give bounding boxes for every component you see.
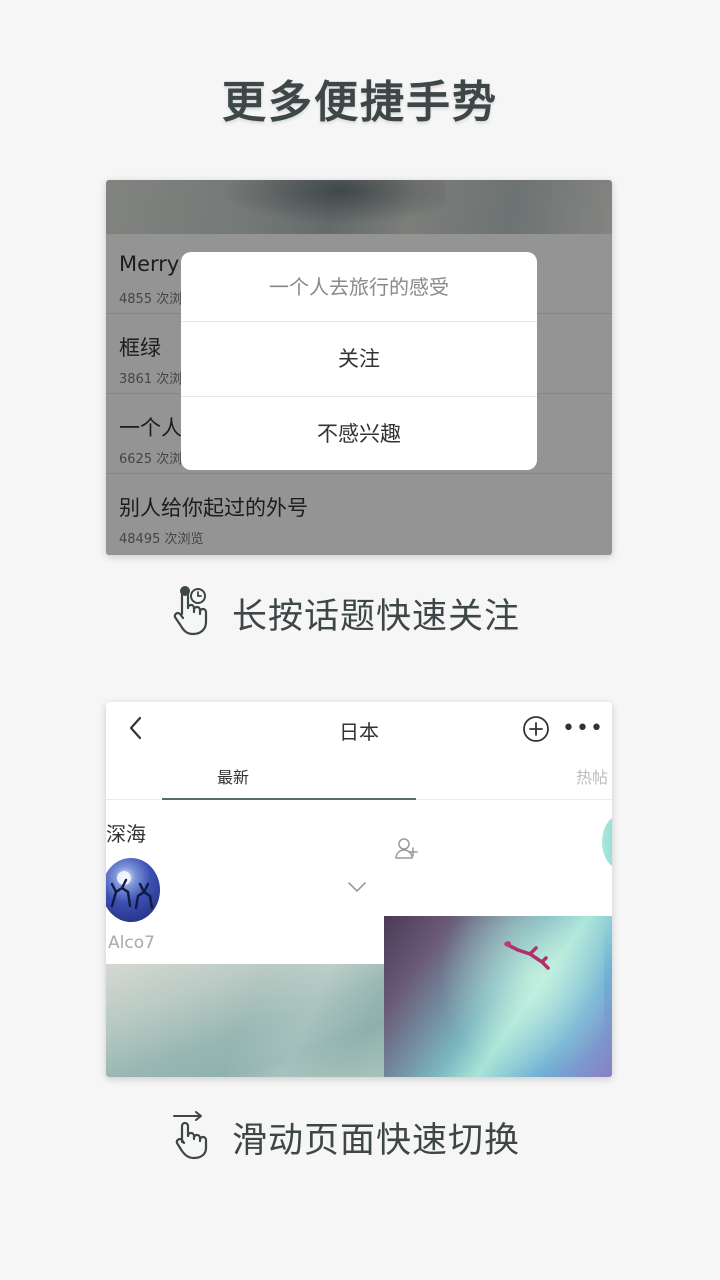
post-image-left[interactable] <box>106 964 386 1077</box>
swipe-demo-card: 日本 ••• 最新 热帖 深海 Alco7 <box>106 702 612 1077</box>
diver-figure <box>504 941 550 970</box>
long-press-hand-icon <box>173 586 208 636</box>
post-title: 深海 <box>106 822 146 846</box>
top-nav-bar: 日本 ••• <box>106 702 612 756</box>
username[interactable]: Alco7 <box>108 933 155 953</box>
next-avatar-peek <box>602 814 612 870</box>
page-headline: 更多便捷手势 <box>222 77 498 128</box>
tab-label: 最新 <box>216 768 249 787</box>
add-circle-icon[interactable] <box>522 715 550 743</box>
follow-button[interactable]: 关注 <box>181 322 537 396</box>
tab-label: 热帖 <box>575 768 608 787</box>
chevron-down-icon[interactable] <box>346 880 368 894</box>
post-image-right[interactable] <box>384 916 612 1077</box>
dialog-title: 一个人去旅行的感受 <box>181 252 537 322</box>
swipe-hand-icon <box>173 1111 208 1160</box>
more-options-icon[interactable]: ••• <box>562 716 603 742</box>
caption-text: 滑动页面快速切换 <box>232 1121 521 1161</box>
caption-text: 长按话题快速关注 <box>232 597 521 637</box>
avatar[interactable] <box>106 858 160 922</box>
caption-swipe: 滑动页面快速切换 <box>170 1104 590 1164</box>
tab-bar: 最新 热帖 <box>106 760 612 800</box>
topic-action-dialog: 一个人去旅行的感受 关注 不感兴趣 <box>181 252 537 470</box>
caption-long-press: 长按话题快速关注 <box>170 580 590 640</box>
tab-hot[interactable]: 热帖 <box>360 760 612 800</box>
not-interested-button[interactable]: 不感兴趣 <box>181 396 537 470</box>
add-user-icon[interactable] <box>394 836 420 862</box>
